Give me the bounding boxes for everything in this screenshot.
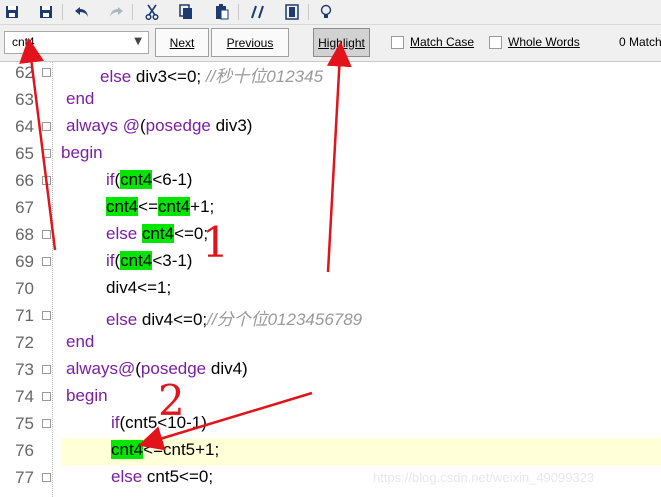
annotation-arrow-search	[19, 37, 57, 251]
annotation-arrow-highlight	[326, 41, 352, 273]
watermark: https://blog.csdn.net/weixin_49099323	[373, 470, 595, 485]
annotation-label-1: 1	[202, 218, 229, 267]
annotation-label-2: 2	[158, 376, 185, 425]
annotation-overlay	[19, 37, 352, 451]
